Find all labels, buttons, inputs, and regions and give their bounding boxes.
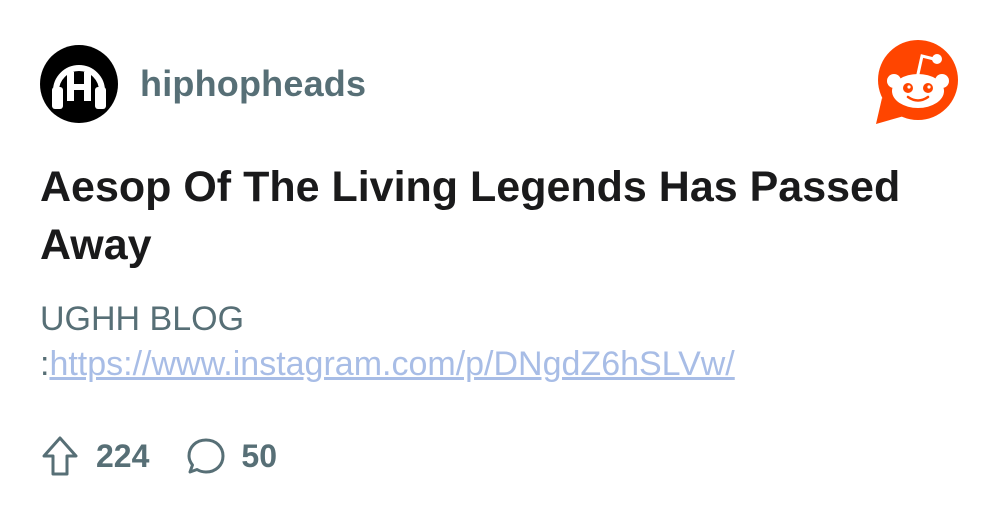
post-title[interactable]: Aesop Of The Living Legends Has Passed A… (40, 158, 940, 274)
post-stats: 224 50 (40, 432, 277, 480)
subreddit-name[interactable]: hiphopheads (140, 63, 366, 105)
post-header: hiphopheads (40, 45, 366, 123)
upvote-button[interactable]: 224 (40, 434, 149, 478)
upvote-count: 224 (96, 437, 150, 474)
post-body: UGHH BLOG :https://www.instagram.com/p/D… (40, 297, 940, 387)
comment-bubble-icon (187, 438, 225, 474)
reddit-snoo-icon[interactable] (874, 38, 962, 126)
comments-button[interactable]: 50 (185, 435, 277, 477)
subreddit-avatar[interactable] (40, 45, 118, 123)
comment-count: 50 (241, 437, 277, 474)
post-body-link[interactable]: https://www.instagram.com/p/DNgdZ6hSLVw/ (49, 345, 734, 383)
post-card: hiphopheads Aesop Of The Living Legends … (0, 0, 1000, 521)
upvote-arrow-icon (42, 436, 78, 476)
headphones-h-icon (52, 65, 106, 109)
